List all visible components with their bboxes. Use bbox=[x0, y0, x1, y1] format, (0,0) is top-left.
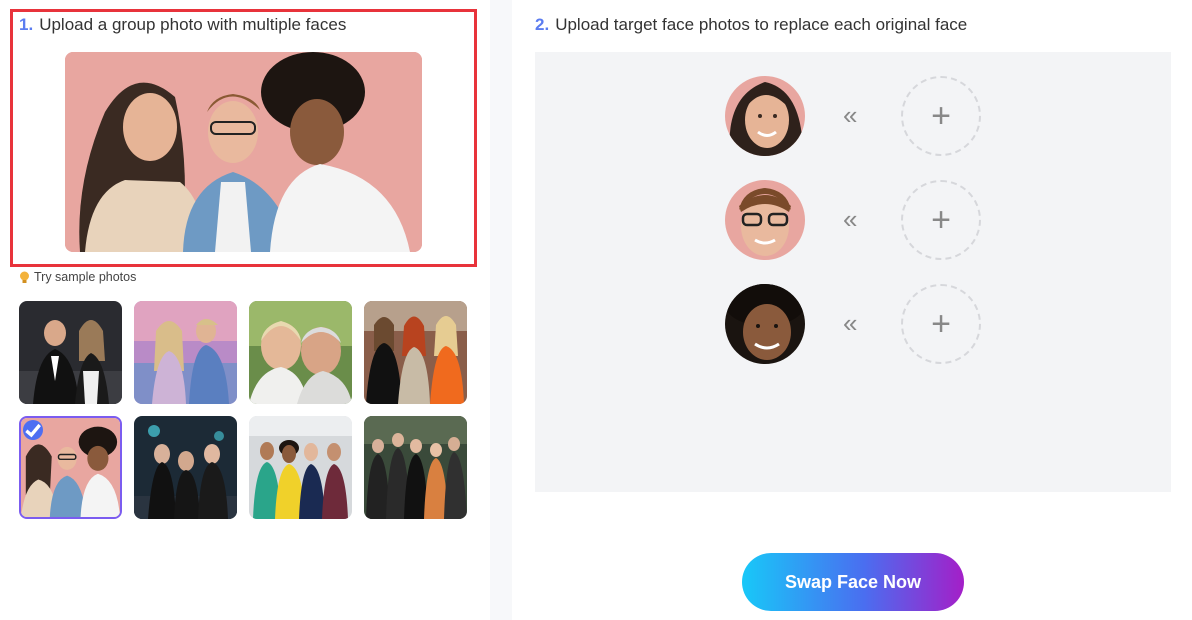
sample-photo-2[interactable] bbox=[134, 301, 237, 404]
face-replacement-area: « + « + « + bbox=[535, 52, 1171, 492]
swap-face-now-button[interactable]: Swap Face Now bbox=[742, 553, 964, 611]
replace-arrow-icon-3: « bbox=[843, 308, 858, 338]
face-row-2: « + bbox=[725, 180, 985, 260]
replace-arrow-icon-1: « bbox=[843, 100, 858, 130]
sample-photo-grid bbox=[19, 301, 469, 521]
detected-face-2 bbox=[725, 180, 805, 260]
group-photo-upload-area[interactable] bbox=[10, 9, 477, 267]
sample-photo-5[interactable] bbox=[19, 416, 122, 519]
selected-check-icon bbox=[23, 420, 43, 440]
detected-face-1 bbox=[725, 76, 805, 156]
step-2-title: 2. Upload target face photos to replace e… bbox=[535, 15, 967, 35]
group-photo-preview[interactable] bbox=[65, 52, 422, 252]
try-sample-label: Try sample photos bbox=[34, 270, 137, 284]
right-panel: 2. Upload target face photos to replace e… bbox=[512, 0, 1192, 620]
step-2-text: Upload target face photos to replace eac… bbox=[555, 15, 968, 34]
panel-divider bbox=[490, 0, 512, 620]
left-panel: 1. Upload a group photo with multiple fac… bbox=[0, 0, 490, 620]
sample-photo-6[interactable] bbox=[134, 416, 237, 519]
add-target-face-button-1[interactable]: + bbox=[901, 76, 981, 156]
step-2-number: 2. bbox=[535, 15, 550, 34]
sample-photo-8[interactable] bbox=[364, 416, 467, 519]
plus-icon: + bbox=[931, 305, 951, 343]
plus-icon: + bbox=[931, 97, 951, 135]
add-target-face-button-3[interactable]: + bbox=[901, 284, 981, 364]
face-row-3: « + bbox=[725, 284, 985, 364]
detected-face-3 bbox=[725, 284, 805, 364]
replace-arrow-icon-2: « bbox=[843, 204, 858, 234]
try-sample-photos-link[interactable]: Try sample photos bbox=[19, 270, 136, 284]
add-target-face-button-2[interactable]: + bbox=[901, 180, 981, 260]
face-row-1: « + bbox=[725, 76, 985, 156]
sample-photo-1[interactable] bbox=[19, 301, 122, 404]
sample-photo-4[interactable] bbox=[364, 301, 467, 404]
sample-photo-3[interactable] bbox=[249, 301, 352, 404]
bulb-icon bbox=[20, 271, 29, 283]
plus-icon: + bbox=[931, 201, 951, 239]
sample-photo-7[interactable] bbox=[249, 416, 352, 519]
